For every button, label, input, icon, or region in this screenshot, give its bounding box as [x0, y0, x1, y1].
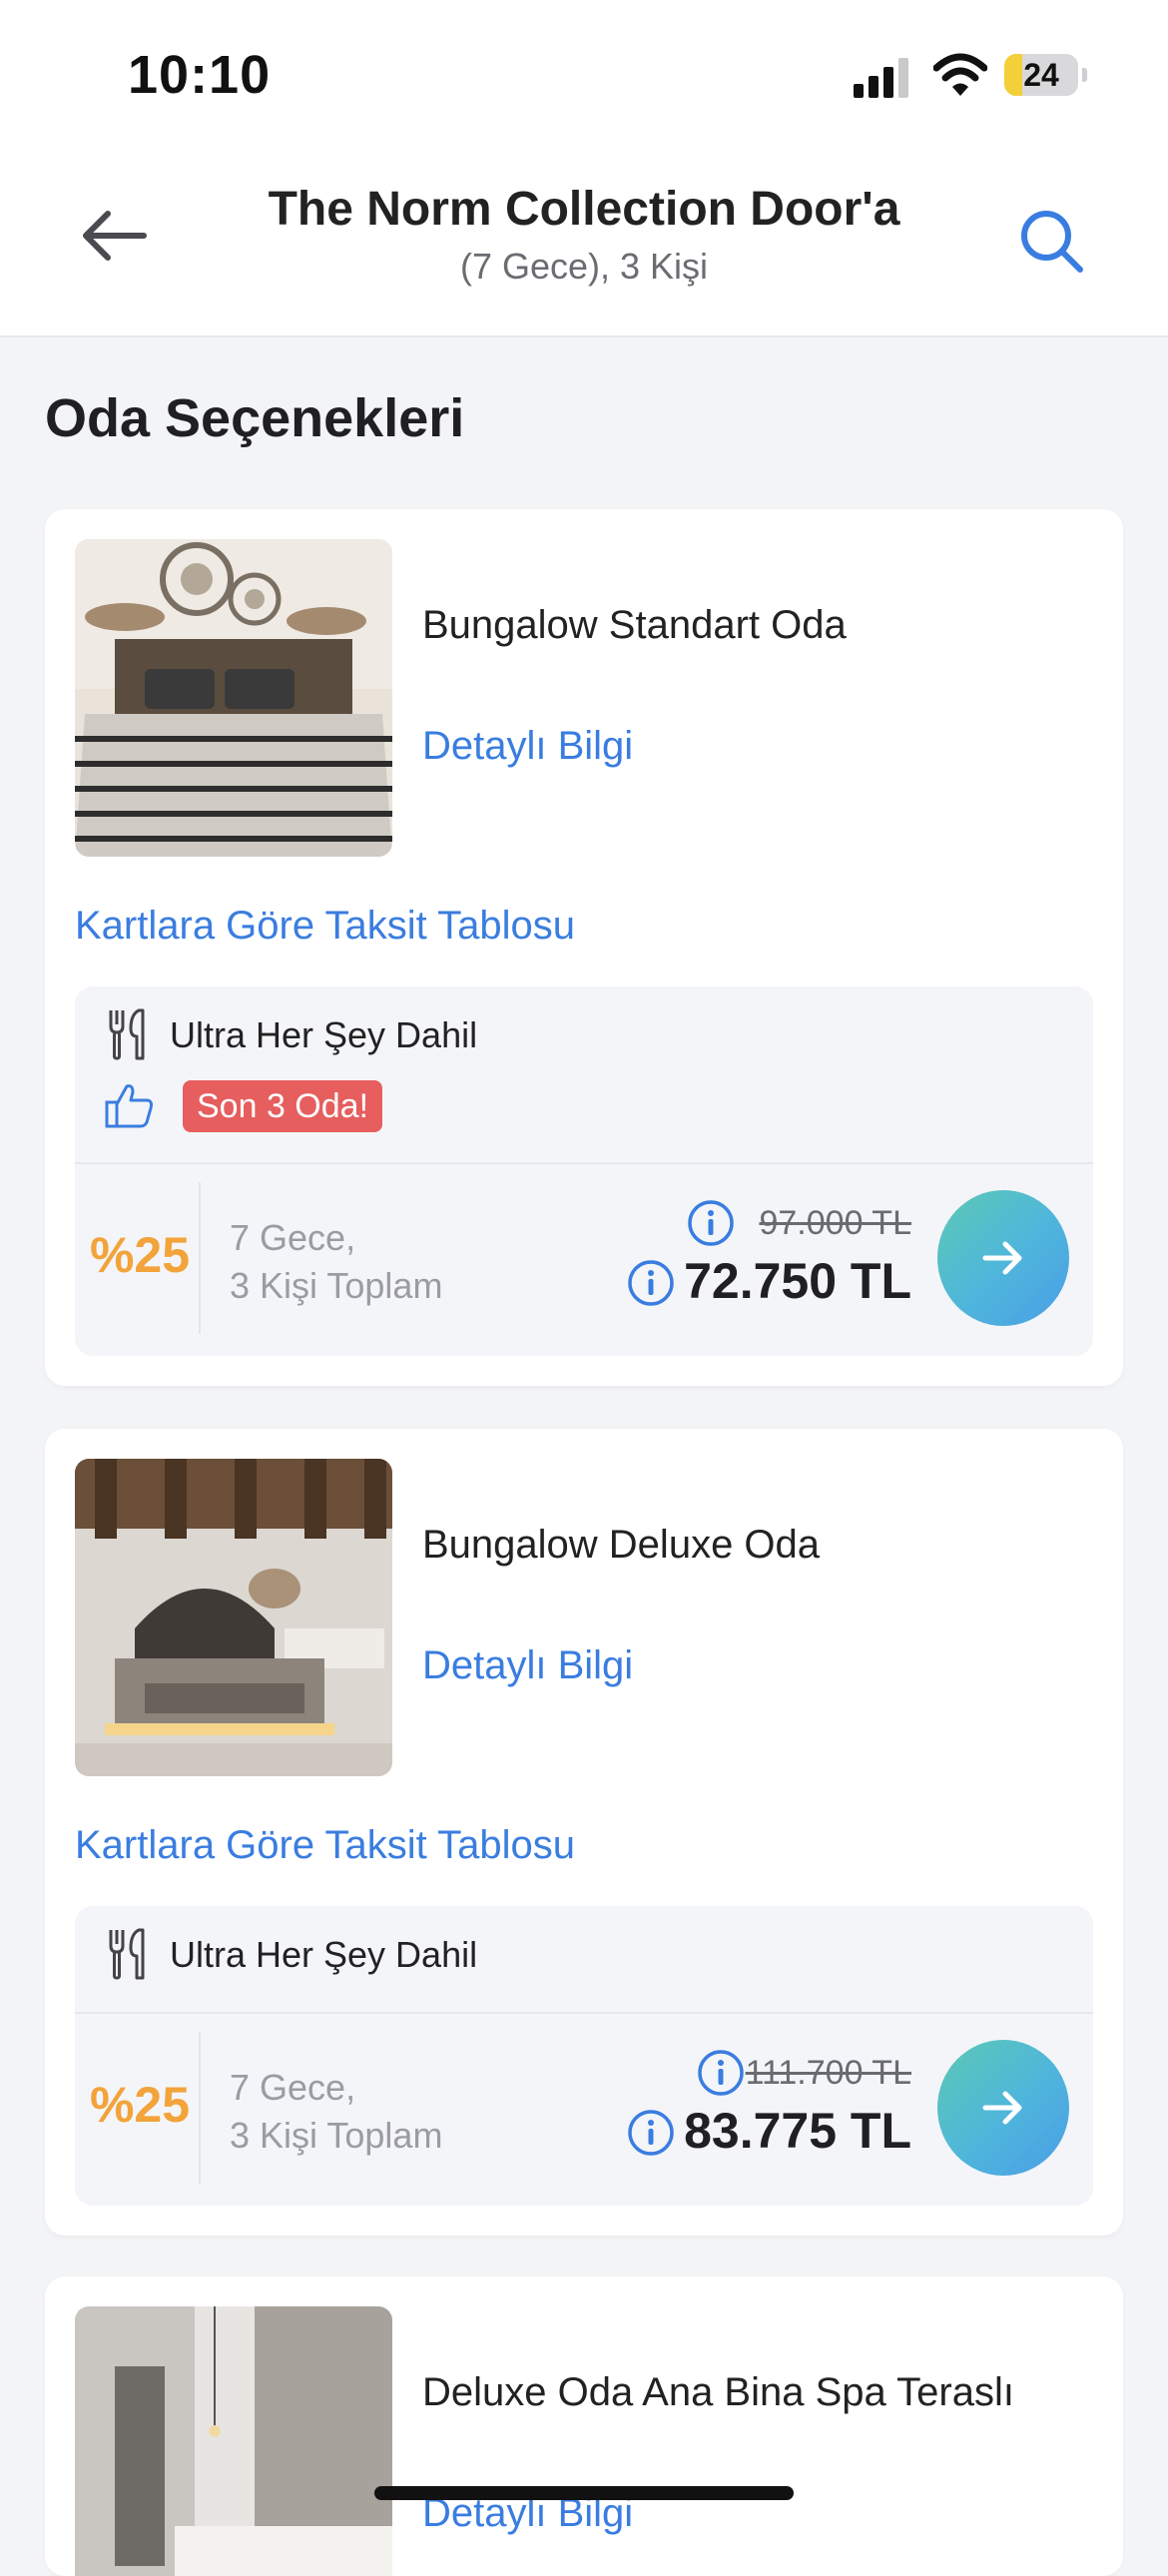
room-card: Bungalow Standart Oda Detaylı Bilgi Kart… [45, 509, 1123, 1386]
select-room-button[interactable] [937, 2040, 1069, 2176]
discount-percent: %25 [89, 2077, 191, 2133]
home-indicator [374, 2486, 794, 2500]
cellular-signal-icon [854, 58, 908, 98]
back-arrow-icon[interactable] [80, 206, 150, 266]
page-subtitle: (7 Gece), 3 Kişi [459, 246, 709, 287]
stay-summary: 7 Gece, 3 Kişi Toplam [230, 1214, 442, 1310]
detail-info-link[interactable]: Detaylı Bilgi [422, 724, 633, 769]
room-card: Deluxe Oda Ana Bina Spa Teraslı Detaylı … [45, 2276, 1123, 2576]
info-icon[interactable] [626, 1258, 676, 1308]
price-row: %25 7 Gece, 3 Kişi Toplam 111.700 TL 83.… [75, 2012, 1093, 2204]
room-name: Bungalow Deluxe Oda [422, 1523, 821, 1567]
wifi-icon [933, 53, 987, 96]
info-icon[interactable] [696, 2048, 746, 2098]
fork-knife-icon [105, 1008, 149, 1060]
section-title: Oda Seçenekleri [45, 388, 465, 448]
stay-guests-total: 3 Kişi Toplam [230, 2115, 443, 2156]
arrow-right-icon [982, 1241, 1022, 1275]
battery-level: 24 [1023, 57, 1059, 93]
old-price: 111.700 TL [745, 2054, 911, 2092]
stay-nights: 7 Gece, [230, 1217, 356, 1258]
page-title: The Norm Collection Door'a [268, 183, 900, 236]
arrow-right-icon [982, 2091, 1022, 2125]
offer-box: Ultra Her Şey Dahil %25 7 Gece, 3 Kişi T… [75, 1906, 1093, 2206]
status-bar: 10:10 24 [0, 0, 1168, 150]
fork-knife-icon [105, 1928, 149, 1980]
availability-badge: Son 3 Oda! [183, 1080, 383, 1132]
board-type: Ultra Her Şey Dahil [170, 1014, 478, 1055]
installment-table-link[interactable]: Kartlara Göre Taksit Tablosu [75, 1823, 575, 1868]
room-photo[interactable] [75, 539, 392, 857]
divider [199, 2032, 201, 2184]
info-icon[interactable] [626, 2108, 676, 2158]
price-row: %25 7 Gece, 3 Kişi Toplam 97.000 TL 72.7… [75, 1162, 1093, 1354]
room-name: Deluxe Oda Ana Bina Spa Teraslı [422, 2370, 1014, 2414]
installment-table-link[interactable]: Kartlara Göre Taksit Tablosu [75, 904, 575, 949]
board-type: Ultra Her Şey Dahil [170, 1934, 478, 1975]
old-price: 97.000 TL [759, 1204, 911, 1242]
stay-summary: 7 Gece, 3 Kişi Toplam [230, 2064, 442, 2160]
stay-nights: 7 Gece, [230, 2067, 356, 2108]
search-icon[interactable] [1016, 206, 1086, 276]
select-room-button[interactable] [937, 1190, 1069, 1326]
stay-guests-total: 3 Kişi Toplam [230, 1265, 443, 1306]
detail-info-link[interactable]: Detaylı Bilgi [422, 1643, 633, 1688]
room-photo[interactable] [75, 2306, 392, 2576]
offer-box: Ultra Her Şey Dahil Son 3 Oda! %25 7 Gec… [75, 986, 1093, 1356]
room-name: Bungalow Standart Oda [422, 603, 847, 647]
discounted-price: 83.775 TL [684, 2103, 911, 2159]
info-icon[interactable] [686, 1198, 736, 1248]
divider [199, 1182, 201, 1334]
nav-header: The Norm Collection Door'a (7 Gece), 3 K… [0, 150, 1168, 337]
discounted-price: 72.750 TL [684, 1253, 911, 1309]
status-time: 10:10 [128, 45, 272, 105]
thumbs-up-icon [105, 1084, 153, 1128]
room-card: Bungalow Deluxe Oda Detaylı Bilgi Kartla… [45, 1429, 1123, 2236]
battery-icon: 24 [1004, 54, 1088, 100]
room-photo[interactable] [75, 1459, 392, 1776]
discount-percent: %25 [89, 1227, 191, 1283]
